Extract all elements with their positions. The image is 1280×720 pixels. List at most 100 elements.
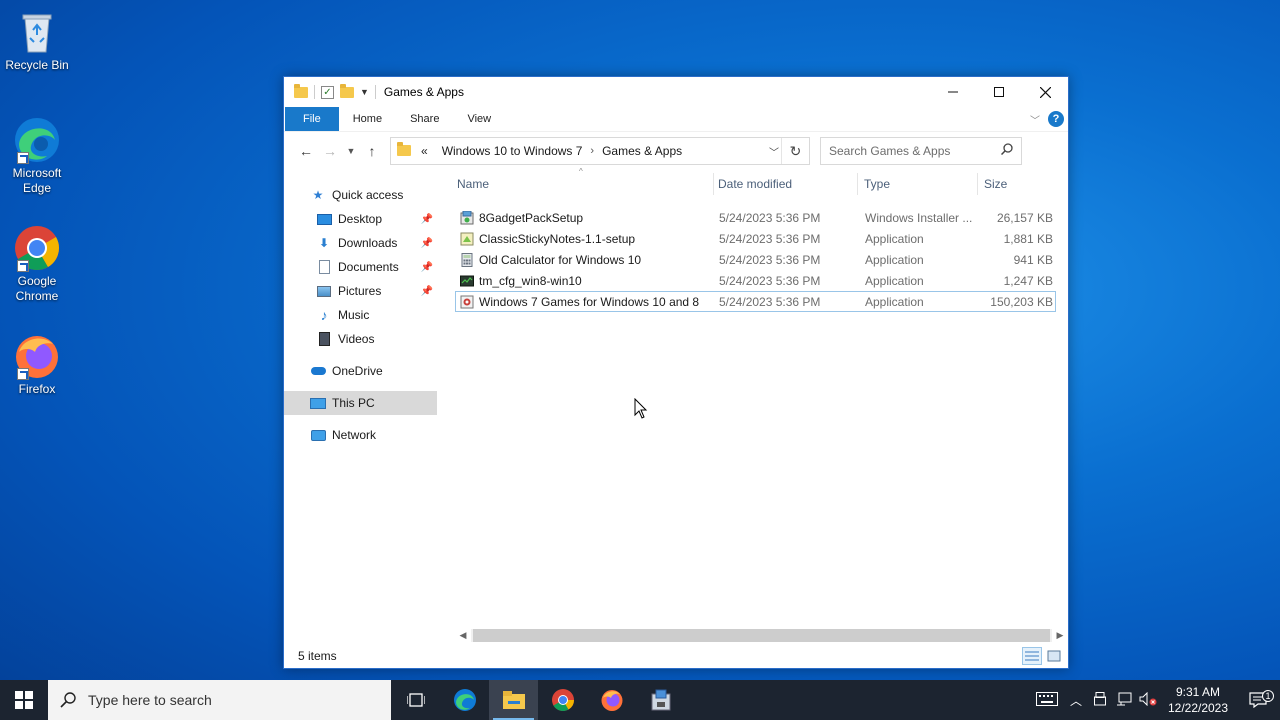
taskbar-app-chrome[interactable] [538,680,587,720]
network-tray-icon[interactable] [1112,692,1136,709]
customize-qat-chevron-icon[interactable]: ▼ [360,87,369,97]
desktop-icon-chrome[interactable]: Google Chrome [4,224,70,304]
minimize-icon [948,91,958,93]
title-bar[interactable]: ✓ ▼ Games & Apps [284,77,1068,107]
games-installer-icon [460,295,474,309]
breadcrumb-separator-icon[interactable]: › [590,145,594,157]
file-type: Windows Installer ... [865,210,973,225]
firefox-icon [601,690,622,711]
file-size: 941 KB [1013,252,1053,267]
horizontal-scrollbar[interactable]: ◀ ▶ [455,627,1068,644]
show-hidden-icons-chevron-icon[interactable]: ︿ [1064,692,1088,709]
tab-share[interactable]: Share [396,107,453,131]
taskbar-search-input[interactable] [88,692,368,708]
nav-item-documents[interactable]: Documents 📌 [284,255,437,279]
file-date: 5/24/2023 5:36 PM [719,231,821,246]
address-bar[interactable]: « Windows 10 to Windows 7 › Games & Apps… [390,136,810,165]
taskbar-app-file-explorer[interactable] [489,680,538,720]
expand-ribbon-chevron-icon[interactable]: ﹀ [1030,112,1040,127]
nav-item-videos[interactable]: Videos [284,327,437,351]
column-header-type[interactable]: Type [858,173,978,195]
details-view-button[interactable] [1022,647,1042,665]
forward-button[interactable]: → [318,143,342,159]
help-icon[interactable]: ? [1048,111,1064,127]
nav-item-this-pc[interactable]: This PC [284,391,437,415]
tab-view[interactable]: View [453,107,505,131]
nav-item-label: OneDrive [332,364,383,378]
cloud-icon [310,364,326,378]
address-dropdown-chevron-icon[interactable]: ﹀ [769,144,779,159]
nav-item-pictures[interactable]: Pictures 📌 [284,279,437,303]
file-name: Old Calculator for Windows 10 [479,252,642,267]
clock[interactable]: 9:31 AM 12/22/2023 [1160,684,1236,716]
pin-icon[interactable]: 📌 [421,238,433,249]
file-row[interactable]: Old Calculator for Windows 10 5/24/2023 … [455,249,1056,270]
pin-icon[interactable]: 📌 [421,214,433,225]
breadcrumb-overflow[interactable]: « [421,144,428,158]
desktop-icon [316,212,332,226]
file-row[interactable]: ClassicStickyNotes-1.1-setup 5/24/2023 5… [455,228,1056,249]
taskbar-app-firefox[interactable] [587,680,636,720]
pin-icon[interactable]: 📌 [421,286,433,297]
tab-file[interactable]: File [285,107,339,131]
document-icon [316,260,332,274]
nav-item-onedrive[interactable]: OneDrive [284,359,437,383]
column-header-date[interactable]: Date modified [714,173,858,195]
tab-home[interactable]: Home [339,107,396,131]
pin-icon[interactable]: 📌 [421,262,433,273]
nav-item-downloads[interactable]: ⬇ Downloads 📌 [284,231,437,255]
music-note-icon: ♪ [320,307,328,323]
taskbar-app-installer[interactable] [636,680,685,720]
edge-icon [13,116,61,164]
breadcrumb-item[interactable]: Games & Apps [602,144,682,158]
nav-item-music[interactable]: ♪ Music [284,303,437,327]
column-header-name[interactable]: Name [455,173,714,195]
desktop-icon-edge[interactable]: Microsoft Edge [4,116,70,196]
file-row[interactable]: Windows 7 Games for Windows 10 and 8 5/2… [455,291,1056,312]
search-icon[interactable] [1000,143,1013,158]
close-button[interactable] [1022,77,1068,107]
search-box[interactable] [820,136,1022,165]
file-type: Application [865,252,924,267]
scroll-track[interactable] [471,629,1052,642]
desktop-icon-label: Microsoft Edge [12,166,62,195]
file-row[interactable]: 8GadgetPackSetup 5/24/2023 5:36 PM Windo… [455,207,1056,228]
action-center-button[interactable]: 1 [1236,690,1280,708]
clock-time: 9:31 AM [1175,685,1221,699]
nav-item-quick-access[interactable]: ★ Quick access [284,183,437,207]
file-explorer-icon [502,691,525,709]
scroll-thumb[interactable] [473,629,1050,642]
up-button[interactable]: ↑ [360,143,384,159]
back-button[interactable]: ← [294,143,318,159]
file-type: Application [865,231,924,246]
nav-item-desktop[interactable]: Desktop 📌 [284,207,437,231]
nav-item-network[interactable]: Network [284,423,437,447]
file-row[interactable]: tm_cfg_win8-win10 5/24/2023 5:36 PM Appl… [455,270,1056,291]
scroll-right-icon[interactable]: ▶ [1052,630,1068,641]
usb-device-icon[interactable] [1088,691,1112,709]
file-explorer-window: ✓ ▼ Games & Apps File Home Share View ﹀ … [283,76,1069,669]
refresh-button[interactable]: ↻ [781,137,809,164]
taskbar-search-box[interactable] [48,680,391,720]
column-header-size[interactable]: Size [978,173,1054,195]
start-button[interactable] [0,680,48,720]
desktop-icon-recycle-bin[interactable]: Recycle Bin [4,8,70,73]
separator [314,85,315,99]
taskbar-app-edge[interactable] [440,680,489,720]
desktop-icon-firefox[interactable]: Firefox [4,332,70,397]
large-icons-view-button[interactable] [1044,647,1064,665]
minimize-button[interactable] [930,77,976,107]
recent-locations-chevron-icon[interactable]: ▼ [342,146,360,156]
scroll-left-icon[interactable]: ◀ [455,630,471,641]
new-folder-icon[interactable] [340,83,354,98]
keyboard-icon[interactable] [1030,691,1064,709]
volume-muted-icon[interactable] [1136,691,1160,709]
properties-icon[interactable]: ✓ [321,85,334,99]
search-input[interactable] [829,143,999,158]
task-view-button[interactable] [391,680,440,720]
maximize-button[interactable] [976,77,1022,107]
breadcrumb-item[interactable]: Windows 10 to Windows 7 [442,144,583,158]
file-name: 8GadgetPackSetup [479,210,584,225]
